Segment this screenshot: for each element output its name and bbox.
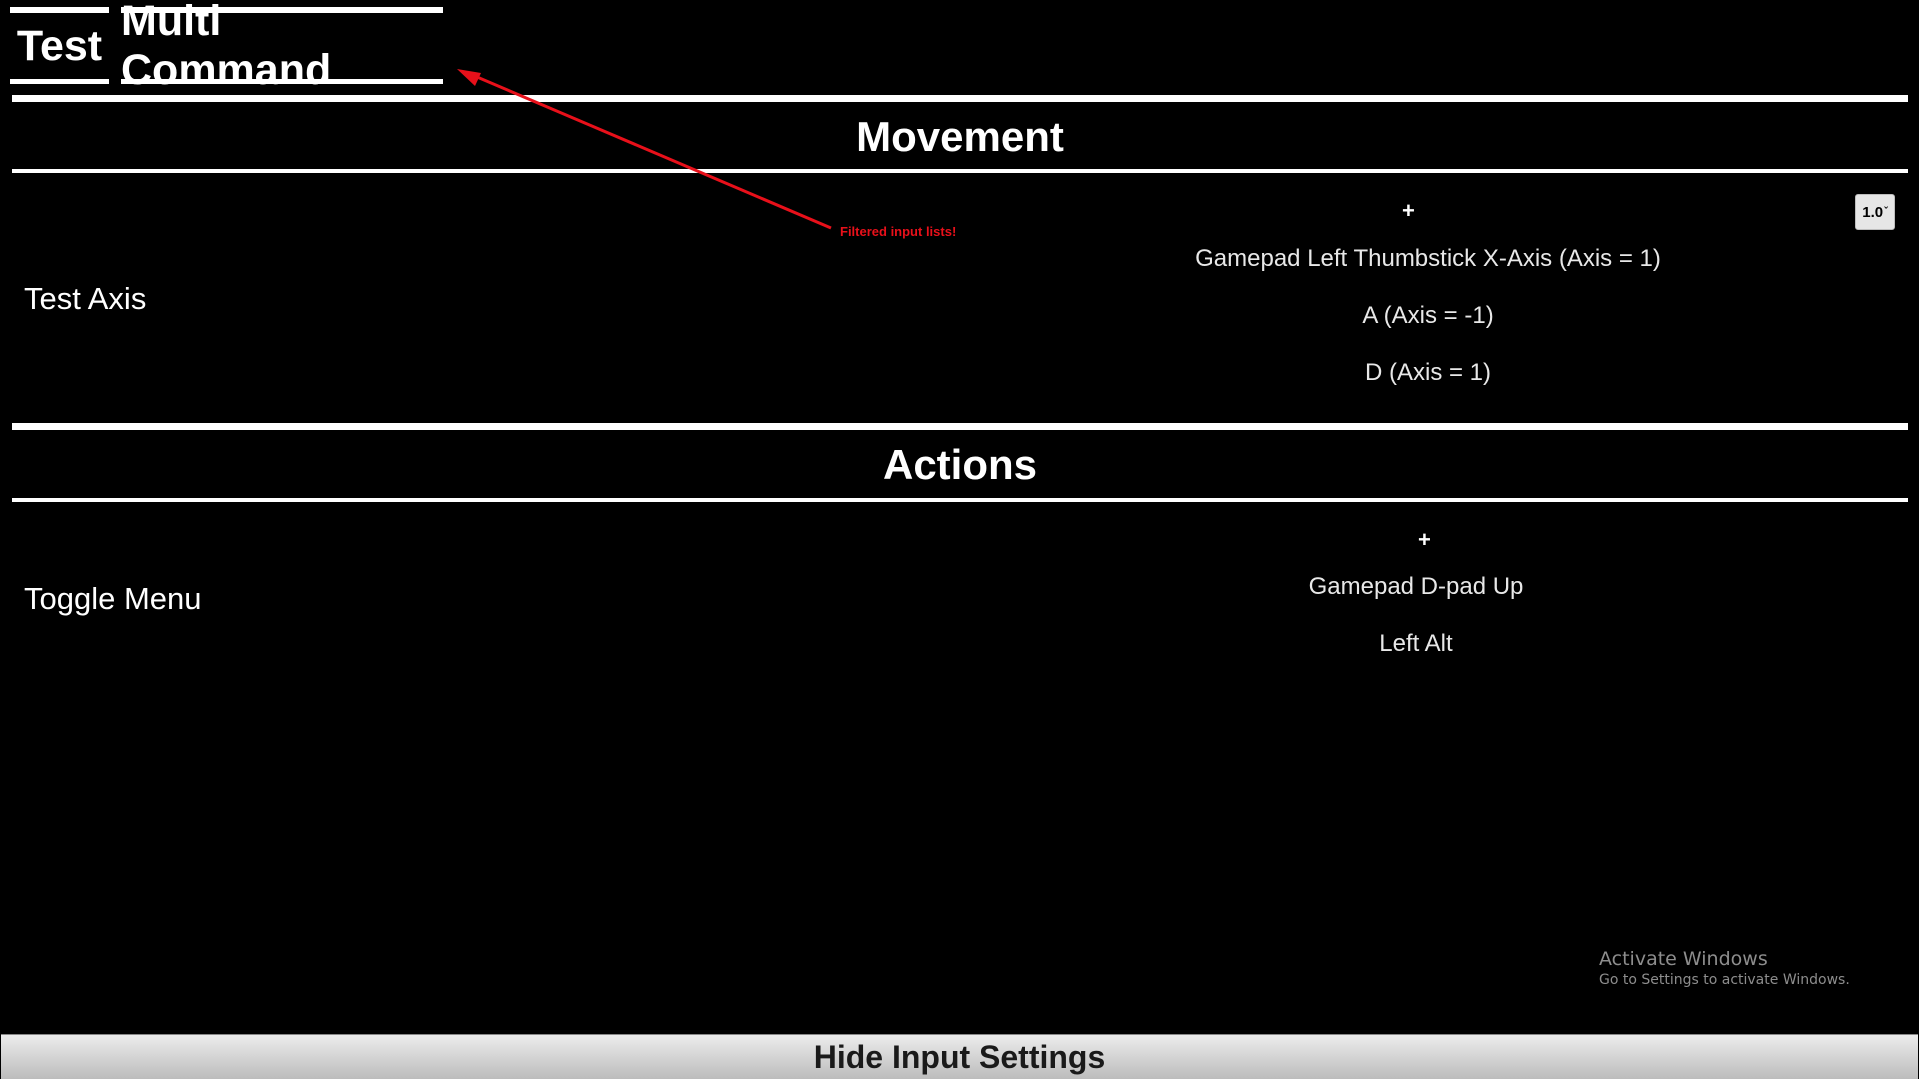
text-cursor-icon: ˇ (1884, 206, 1888, 218)
section-title-movement: Movement (856, 113, 1064, 160)
hide-input-settings-label: Hide Input Settings (813, 1038, 1106, 1075)
action-name-toggle-menu: Toggle Menu (24, 581, 202, 616)
section-divider (12, 169, 1908, 173)
watermark-subtitle: Go to Settings to activate Windows. (1599, 971, 1850, 988)
section-divider-top (12, 423, 1908, 430)
watermark-title: Activate Windows (1599, 948, 1768, 970)
binding-item[interactable]: Gamepad Left Thumbstick X-Axis (Axis = 1… (1140, 247, 1716, 271)
section-divider (12, 498, 1908, 502)
activate-windows-watermark: Activate Windows Go to Settings to activ… (1599, 948, 1850, 990)
tab-multi-command[interactable]: Multi Command (121, 0, 443, 94)
add-binding-button[interactable]: + (1402, 200, 1415, 222)
binding-item[interactable]: Left Alt (1128, 632, 1704, 656)
annotation-arrow (457, 69, 832, 230)
axis-scale-value: 1.0 (1862, 203, 1884, 221)
axis-scale-input[interactable]: 1.0 ˇ (1855, 194, 1895, 230)
binding-item[interactable]: A (Axis = -1) (1140, 304, 1716, 328)
add-binding-button[interactable]: + (1418, 529, 1431, 551)
hide-input-settings-button[interactable]: Hide Input Settings (1, 1034, 1918, 1079)
input-settings-screen: Test Multi Command Movement Test Axis + … (0, 0, 1919, 1079)
annotation-text: Filtered input lists! (840, 224, 957, 239)
binding-item[interactable]: Gamepad D-pad Up (1128, 575, 1704, 599)
binding-item[interactable]: D (Axis = 1) (1140, 361, 1716, 385)
section-divider-top (12, 95, 1908, 102)
section-title-actions: Actions (882, 441, 1037, 488)
action-name-test-axis: Test Axis (24, 281, 147, 316)
tab-test[interactable]: Test (10, 7, 109, 84)
